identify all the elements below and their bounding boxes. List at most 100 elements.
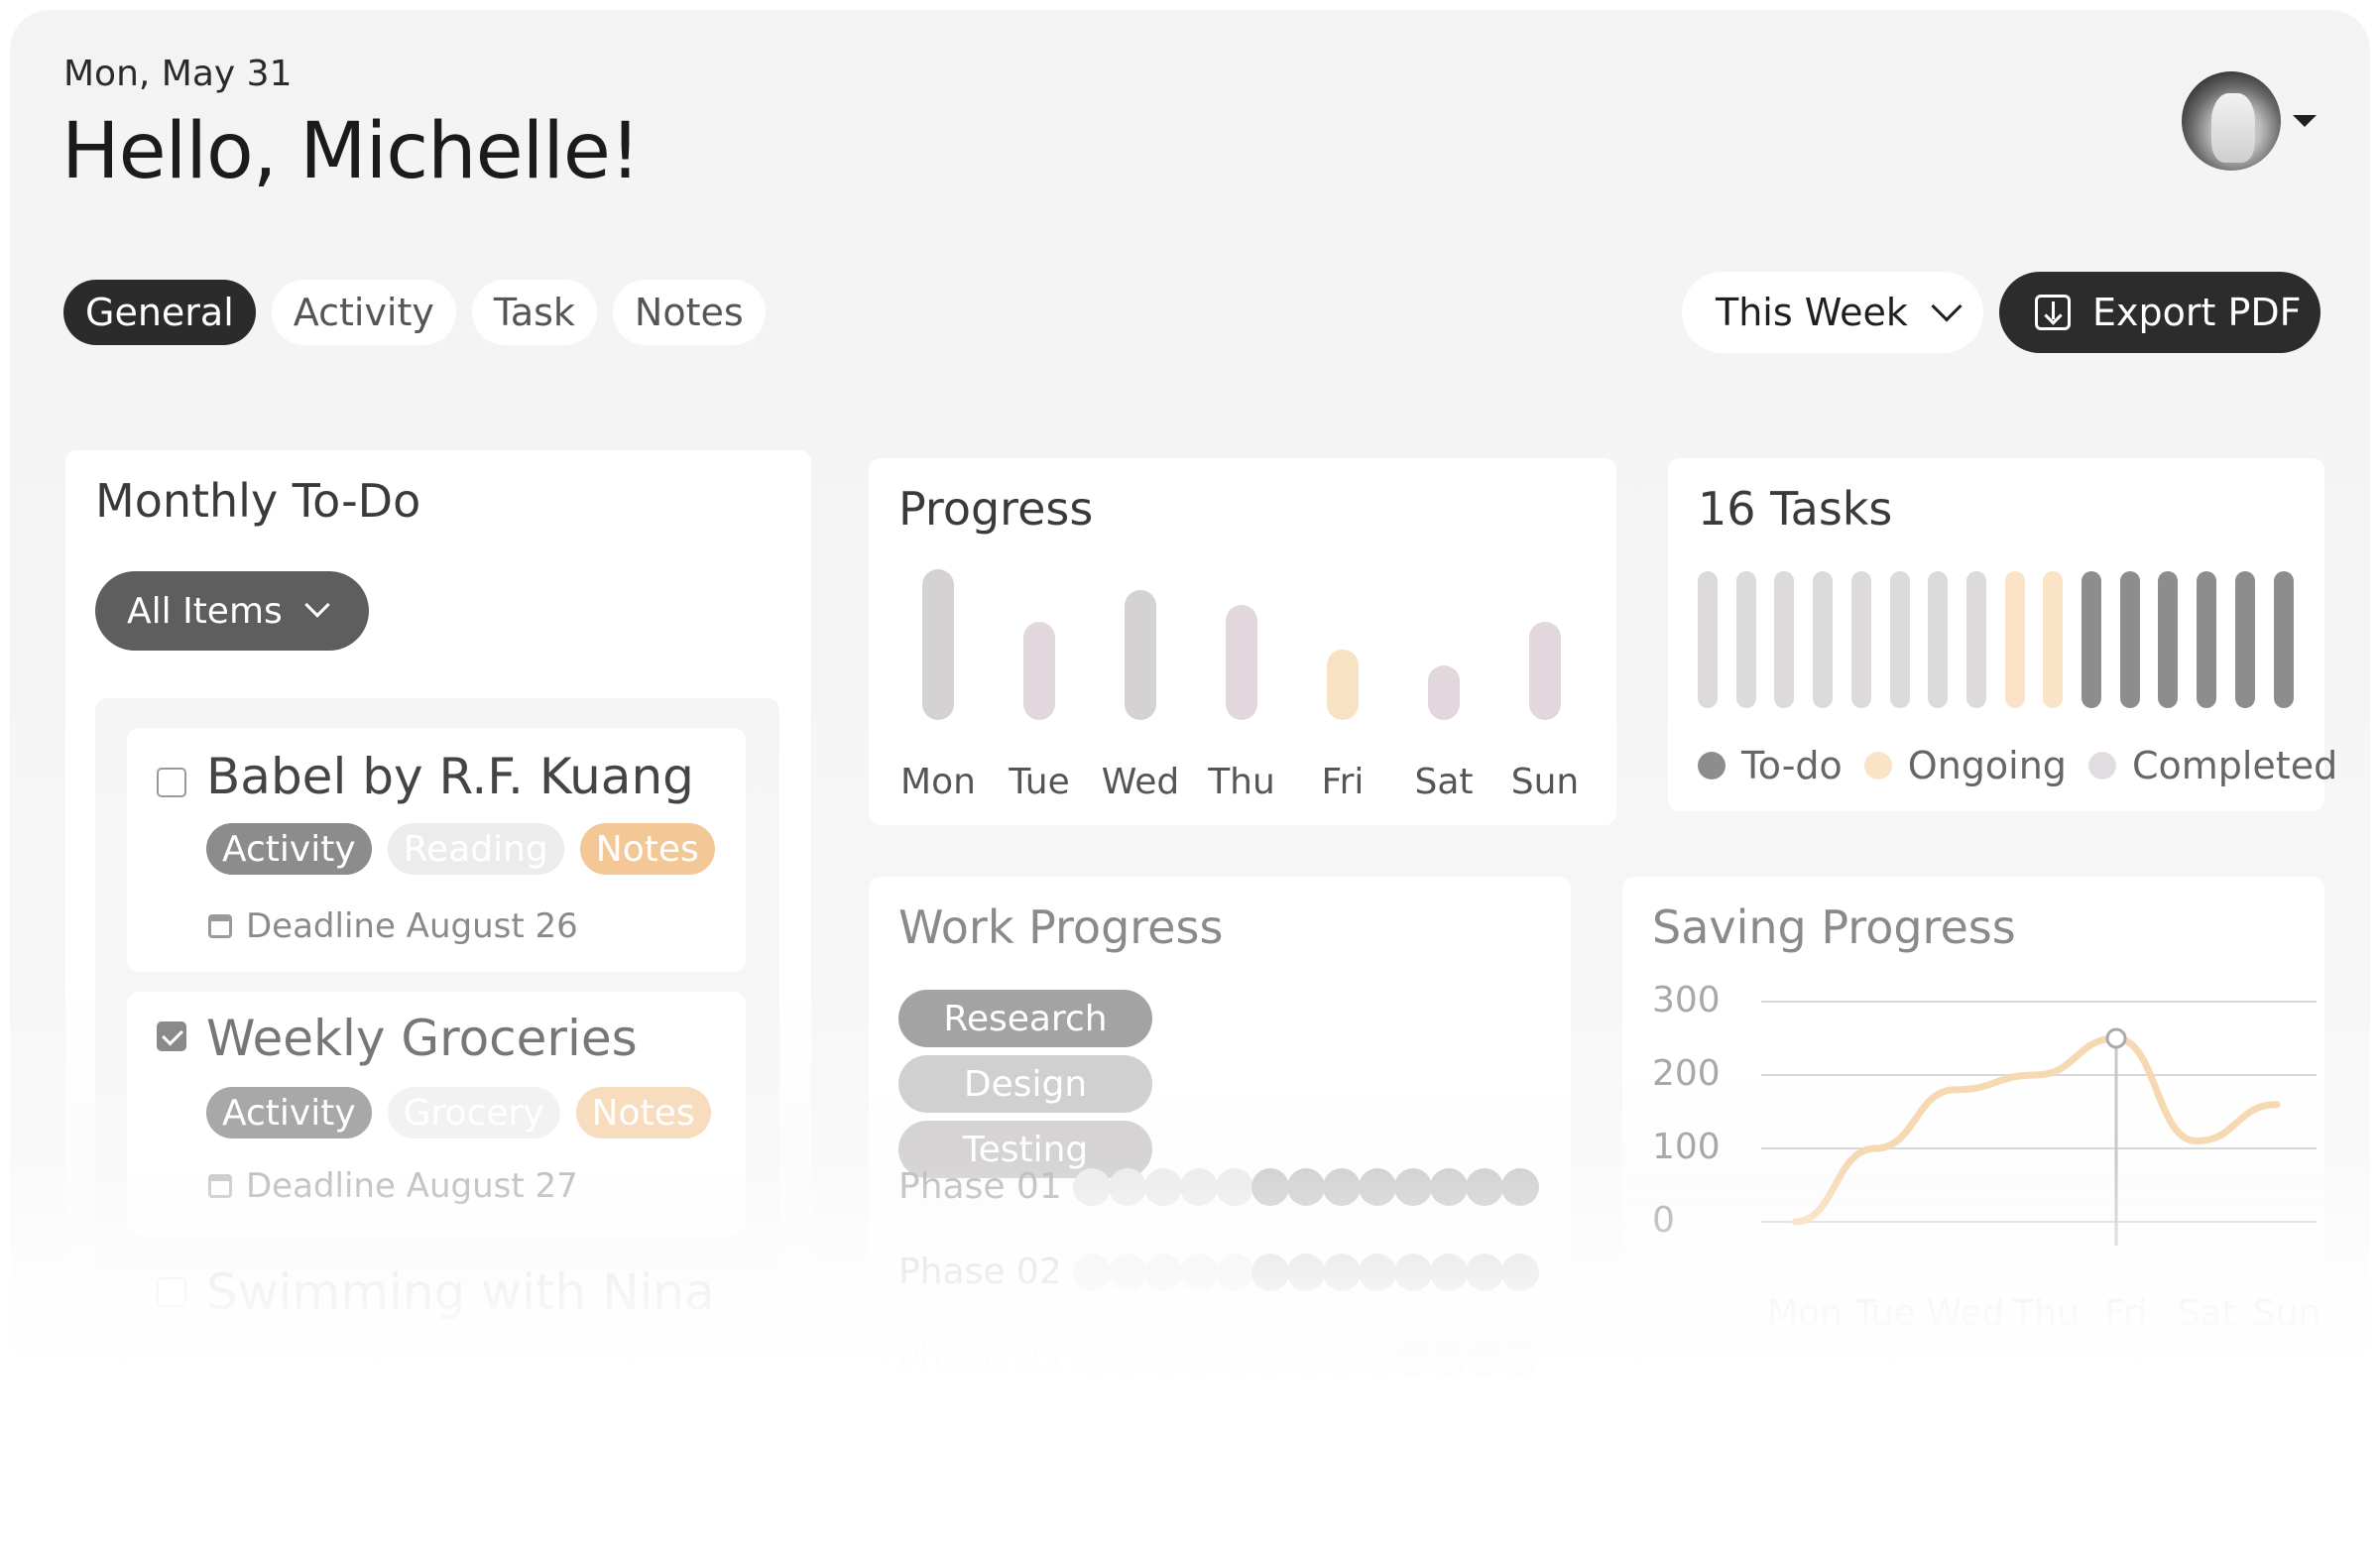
- current-date: Mon, May 31: [63, 54, 293, 94]
- phase-dots: [1073, 1168, 1539, 1206]
- greeting-heading: Hello, Michelle!: [61, 107, 641, 196]
- phase-dot: [1430, 1168, 1468, 1206]
- highlight-point: [2105, 1027, 2127, 1049]
- task-bar-todo: [2158, 571, 2179, 708]
- phase-dot: [1287, 1254, 1325, 1291]
- tag-pill: Activity: [206, 1087, 372, 1139]
- day-label: Mon: [900, 762, 976, 802]
- phase-dot: [1466, 1339, 1503, 1377]
- todo-checkbox[interactable]: [157, 768, 186, 797]
- tasks-legend: To-do Ongoing Completed: [1698, 744, 2359, 787]
- user-menu[interactable]: [2182, 71, 2320, 180]
- phase-dot: [1287, 1168, 1325, 1206]
- export-label: Export PDF: [2092, 291, 2302, 334]
- filter-dropdown[interactable]: All Items: [95, 571, 369, 651]
- tab-activity[interactable]: Activity: [271, 280, 456, 345]
- tab-notes[interactable]: Notes: [612, 280, 766, 345]
- period-dropdown[interactable]: This Week: [1682, 272, 1983, 353]
- todo-checkbox[interactable]: [157, 1021, 186, 1051]
- tasks-card: 16 Tasks To-do Ongoing Completed: [1668, 458, 2337, 811]
- day-label: Sun: [1510, 762, 1580, 802]
- task-bar-completed: [1928, 571, 1949, 708]
- day-label: Fri: [1321, 762, 1365, 802]
- phase-dot: [1466, 1168, 1503, 1206]
- todo-name: Swimming with Nina: [206, 1263, 715, 1321]
- phase-dot: [1501, 1168, 1539, 1206]
- phase-dot: [1287, 1339, 1325, 1377]
- task-bar-ongoing: [2043, 571, 2064, 708]
- tab-bar: General Activity Task Notes: [63, 280, 766, 345]
- task-bar-todo: [2119, 571, 2140, 708]
- phase-dot: [1501, 1339, 1539, 1377]
- phase-dot: [1430, 1254, 1468, 1291]
- progress-bar-mon: [922, 569, 954, 720]
- phase-dot: [1251, 1168, 1289, 1206]
- phase-dots: [1073, 1254, 1539, 1291]
- chip-design[interactable]: Design: [898, 1055, 1152, 1113]
- phase-dot: [1359, 1339, 1396, 1377]
- phase-dot: [1251, 1339, 1289, 1377]
- task-bar-todo: [2234, 571, 2255, 708]
- tag-pill: Notes: [575, 1087, 711, 1139]
- chevron-down-icon: [1931, 291, 1963, 322]
- phase-label: Phase 02: [898, 1252, 1062, 1292]
- progress-card: Progress Mon Tue Wed Thu Fri Sat Sun: [869, 458, 1616, 825]
- avatar[interactable]: [2182, 71, 2281, 171]
- tab-task[interactable]: Task: [471, 280, 597, 345]
- chip-research[interactable]: Research: [898, 990, 1152, 1047]
- card-title: 16 Tasks: [1698, 482, 1893, 536]
- work-chips: Research Design Testing: [898, 990, 1414, 1178]
- todo-checkbox[interactable]: [157, 1277, 186, 1307]
- task-bar-completed: [1813, 571, 1834, 708]
- phase-dot: [1501, 1254, 1539, 1291]
- phase-dot: [1109, 1339, 1146, 1377]
- tab-general[interactable]: General: [63, 280, 256, 345]
- deadline: Deadline August 26: [208, 906, 578, 946]
- progress-bar-wed: [1125, 590, 1156, 720]
- phase-dot: [1073, 1168, 1111, 1206]
- todo-name: Weekly Groceries: [206, 1010, 638, 1067]
- saving-progress-card: Saving Progress 300 200 100 0 Mon Tue Wed Thu Fr…: [1622, 877, 2324, 1353]
- phase-dot: [1180, 1254, 1218, 1291]
- phase-dot: [1216, 1168, 1253, 1206]
- phase-dot: [1109, 1254, 1146, 1291]
- phase-dot: [1216, 1254, 1253, 1291]
- day-label: Wed: [1101, 762, 1180, 802]
- task-bar-completed: [1774, 571, 1795, 708]
- caret-down-icon[interactable]: [2293, 115, 2317, 127]
- calendar-icon: [208, 914, 232, 938]
- filter-label: All Items: [127, 590, 283, 632]
- phase-dot: [1430, 1339, 1468, 1377]
- card-title: Work Progress: [898, 900, 1224, 954]
- card-title: Monthly To-Do: [95, 474, 421, 528]
- tag-pill: Grocery: [387, 1087, 560, 1139]
- export-pdf-button[interactable]: Export PDF: [1999, 272, 2320, 353]
- progress-chart: Mon Tue Wed Thu Fri Sat Sun: [869, 458, 1616, 825]
- legend-label: Completed: [2131, 744, 2338, 787]
- phase-dots: [1073, 1339, 1539, 1377]
- period-label: This Week: [1716, 291, 1908, 334]
- tag-pill: Activity: [206, 823, 372, 875]
- tag-pill: Notes: [579, 823, 715, 875]
- phase-dot: [1394, 1254, 1432, 1291]
- progress-bar-sat: [1428, 665, 1460, 720]
- task-bar-todo: [2197, 571, 2217, 708]
- phase-dot: [1144, 1339, 1182, 1377]
- phase-dot: [1216, 1339, 1253, 1377]
- task-bar-completed: [1965, 571, 1986, 708]
- progress-bar-fri: [1327, 650, 1359, 720]
- task-bar-completed: [1850, 571, 1871, 708]
- phase-label: Phase 03: [898, 1337, 1062, 1378]
- phase-dot: [1073, 1339, 1111, 1377]
- phase-dot: [1359, 1254, 1396, 1291]
- deadline: Deadline August 27: [208, 1166, 578, 1206]
- task-bar-completed: [1735, 571, 1756, 708]
- ongoing-legend-dot: [1863, 752, 1892, 780]
- phase-dot: [1180, 1168, 1218, 1206]
- phase-label: Phase 01: [898, 1166, 1062, 1207]
- phase-dot: [1466, 1254, 1503, 1291]
- work-progress-card: Work Progress Research Design Testing Ph…: [869, 877, 1571, 1392]
- phase-dot: [1323, 1254, 1361, 1291]
- task-bar-ongoing: [2004, 571, 2025, 708]
- progress-bar-thu: [1226, 605, 1257, 720]
